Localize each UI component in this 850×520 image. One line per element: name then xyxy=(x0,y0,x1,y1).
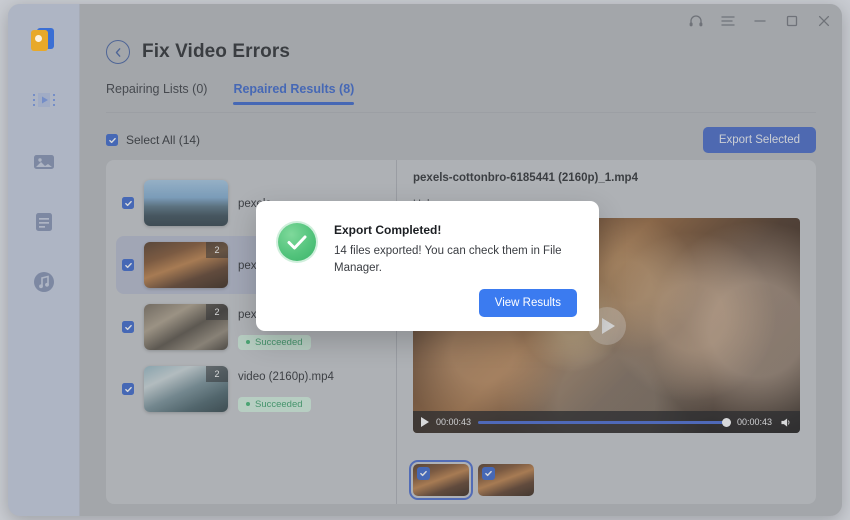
dialog-title: Export Completed! xyxy=(334,223,577,237)
sidebar-item-photo[interactable] xyxy=(8,134,80,190)
export-completed-dialog: Export Completed! 14 files exported! You… xyxy=(256,201,599,331)
app-window: Fix Video Errors Repairing Lists (0) Rep… xyxy=(8,4,842,516)
audio-repair-icon xyxy=(32,270,56,294)
sidebar xyxy=(8,4,80,516)
sidebar-item-audio[interactable] xyxy=(8,254,80,310)
sidebar-item-document[interactable] xyxy=(8,194,80,250)
document-repair-icon xyxy=(32,210,56,234)
video-repair-icon xyxy=(32,90,56,114)
sidebar-item-video[interactable] xyxy=(8,74,80,130)
success-check-icon xyxy=(278,223,316,261)
view-results-button[interactable]: View Results xyxy=(479,289,577,317)
app-logo-icon xyxy=(30,26,56,52)
image-repair-icon xyxy=(32,150,56,174)
dialog-message: 14 files exported! You can check them in… xyxy=(334,243,577,276)
